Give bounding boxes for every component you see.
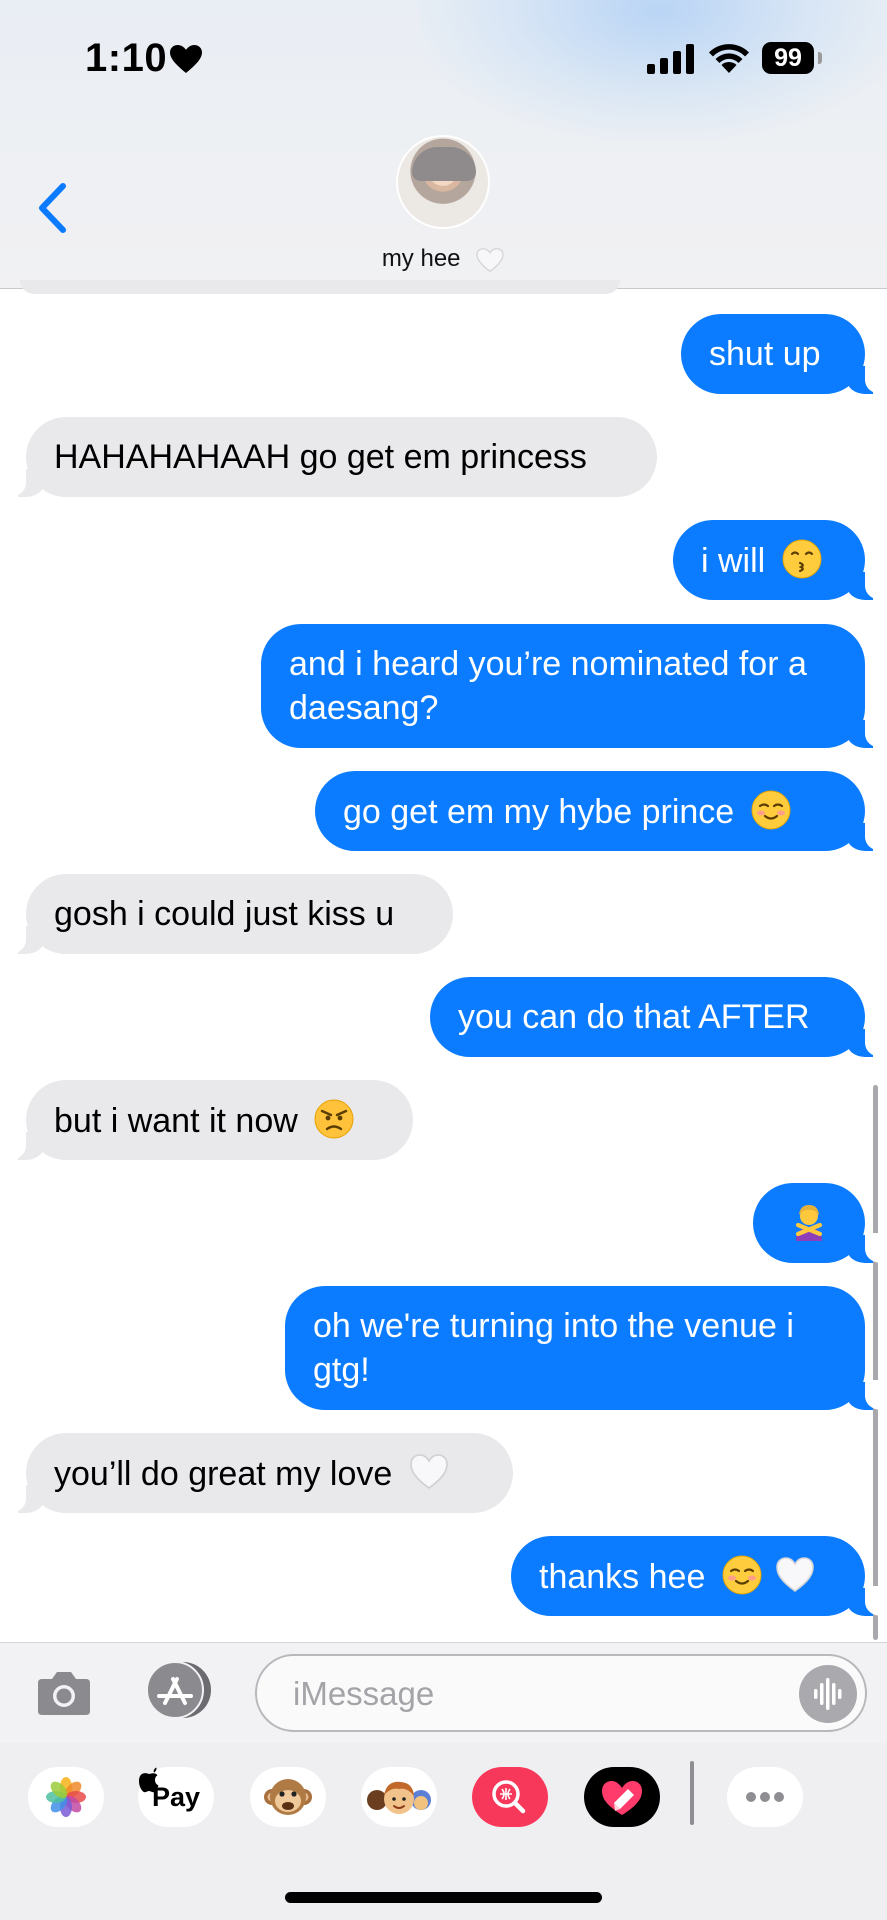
audio-message-button[interactable] — [799, 1665, 857, 1723]
battery-cap — [818, 52, 822, 64]
apple-pay-app-button[interactable]: Pay — [138, 1767, 214, 1827]
thread-scrollbar[interactable] — [873, 1085, 878, 1640]
cellular-signal-icon — [647, 44, 694, 74]
smiling-face-icon — [722, 1555, 762, 1595]
white-heart-icon — [476, 247, 504, 272]
message-text: and i heard you’re nominated for a daesa… — [289, 645, 807, 727]
contact-name-row[interactable]: my hee — [0, 245, 887, 273]
white-heart-icon — [409, 1454, 448, 1489]
smiling-face-icon — [751, 790, 791, 830]
imessage-field[interactable] — [255, 1654, 867, 1732]
status-time: 1:10 — [85, 36, 168, 80]
images-search-app-button[interactable] — [472, 1767, 548, 1827]
message-text: shut up — [709, 335, 821, 373]
wifi-icon — [709, 44, 749, 73]
compose-bar — [0, 1642, 887, 1743]
message-text: gosh i could just kiss u — [54, 895, 395, 933]
message-thread[interactable]: shut up HAHAHAHAAH go get em princess i … — [0, 280, 887, 1640]
apple-pay-icon: Pay — [138, 1767, 214, 1827]
message-input[interactable] — [291, 1670, 735, 1718]
avatar-hair — [412, 147, 476, 181]
sent-message-bubble[interactable]: and i heard you’re nominated for a daesa… — [261, 624, 887, 748]
camera-button[interactable] — [36, 1667, 92, 1717]
monkey-icon — [264, 1779, 312, 1815]
waveform-icon — [814, 1678, 842, 1710]
photos-app-button[interactable] — [28, 1767, 104, 1827]
received-message-bubble[interactable]: HAHAHAHAAH go get em princess — [4, 417, 657, 497]
message-text: thanks hee — [539, 1558, 706, 1596]
conversation-header: 1:10 99 my hee — [0, 0, 887, 289]
sent-message-bubble[interactable]: go get em my hybe prince — [315, 771, 887, 851]
message-text: go get em my hybe prince — [343, 793, 735, 831]
message-text: you can do that AFTER — [458, 998, 810, 1036]
battery-indicator: 99 — [762, 42, 814, 74]
animoji-app-button[interactable] — [250, 1767, 326, 1827]
apple-logo-icon — [139, 1767, 159, 1793]
kissing-face-icon — [782, 539, 822, 579]
sent-message-bubble[interactable]: you can do that AFTER — [430, 977, 887, 1057]
sent-message-bubble[interactable]: thanks hee — [511, 1536, 887, 1616]
white-heart-icon — [776, 1557, 815, 1592]
person-gesturing-no-icon — [795, 1205, 823, 1241]
sent-message-bubble[interactable]: oh we're turning into the venue i gtg! — [285, 1286, 887, 1410]
app-drawer-divider — [690, 1761, 694, 1825]
contact-name: my hee — [381, 245, 461, 272]
angry-face-icon — [314, 1099, 354, 1139]
sent-message-bubble[interactable]: i will — [673, 520, 887, 600]
digital-touch-icon — [584, 1767, 660, 1827]
sent-message-bubble[interactable] — [753, 1183, 887, 1263]
status-heart-icon — [170, 45, 202, 73]
sent-message-bubble[interactable]: shut up — [681, 314, 887, 394]
message-text: HAHAHAHAAH go get em princess — [54, 438, 587, 476]
app-store-button[interactable] — [143, 1659, 215, 1721]
more-icon — [746, 1792, 784, 1802]
received-message-bubble[interactable]: but i want it now — [4, 1080, 413, 1160]
previous-message-edge — [20, 280, 620, 294]
contact-avatar[interactable] — [396, 135, 490, 229]
back-button[interactable] — [30, 178, 80, 238]
received-message-bubble[interactable]: gosh i could just kiss u — [4, 874, 453, 954]
message-text: you’ll do great my love — [54, 1455, 393, 1493]
message-text: but i want it now — [54, 1102, 298, 1140]
digital-touch-app-button[interactable] — [584, 1767, 660, 1827]
images-search-icon — [472, 1767, 548, 1827]
memoji-icon — [367, 1781, 431, 1814]
memoji-app-button[interactable] — [361, 1767, 437, 1827]
photos-icon — [46, 1777, 86, 1817]
received-message-bubble[interactable]: you’ll do great my love — [4, 1433, 513, 1513]
more-apps-button[interactable] — [727, 1767, 803, 1827]
message-text: oh we're turning into the venue i gtg! — [313, 1307, 794, 1389]
message-text: i will — [701, 542, 766, 580]
home-indicator[interactable] — [285, 1892, 602, 1903]
